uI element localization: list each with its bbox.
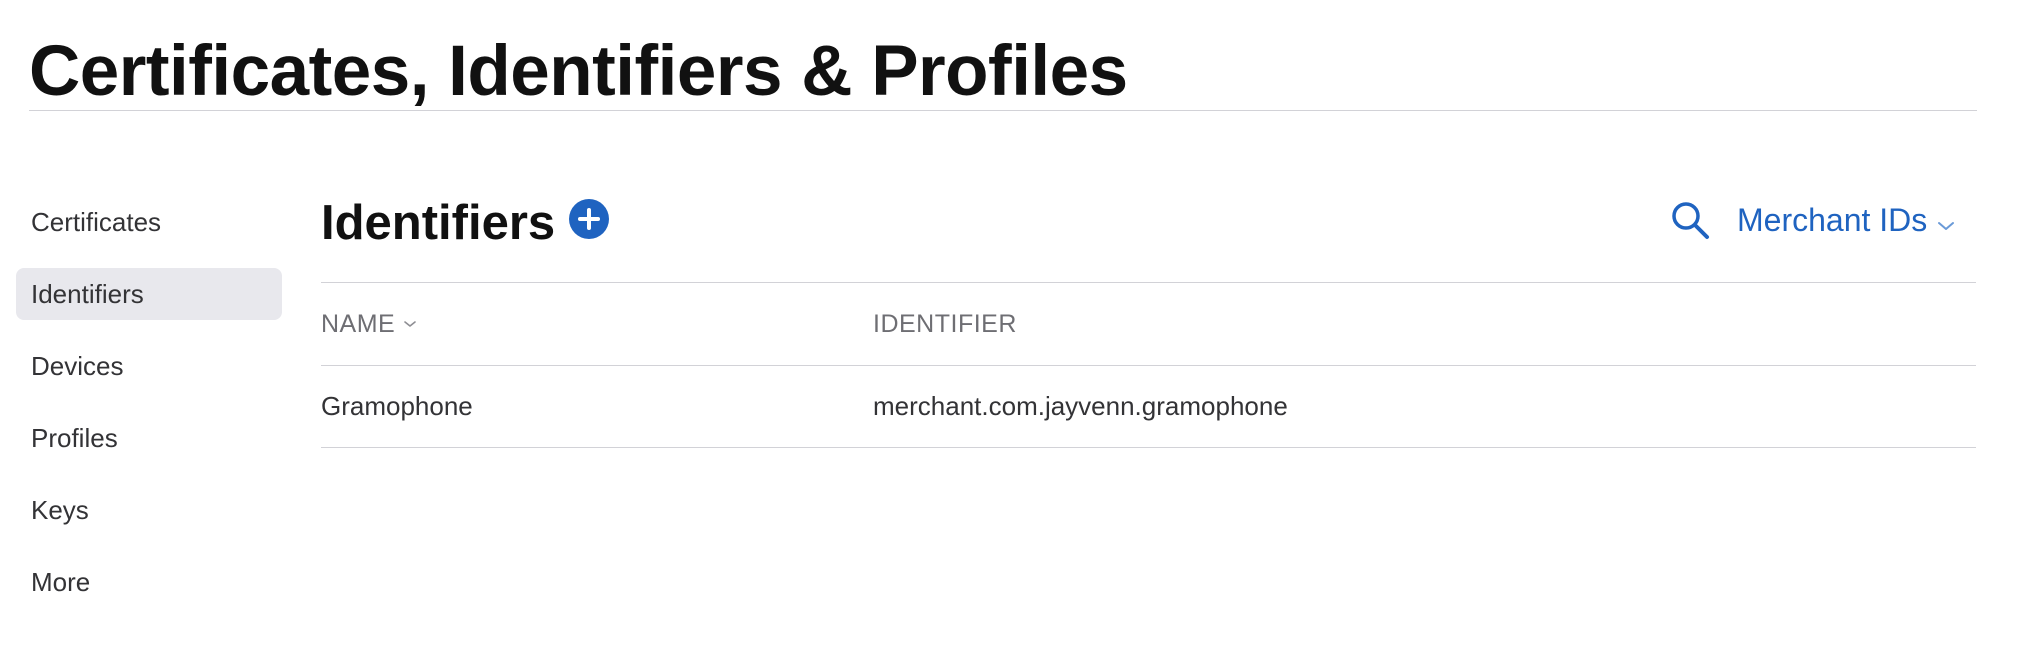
sidebar-item-keys[interactable]: Keys [16,484,282,536]
search-button[interactable] [1670,200,1710,240]
sidebar: Certificates Identifiers Devices Profile… [16,196,282,628]
sidebar-item-label: More [31,567,91,597]
sidebar-item-profiles[interactable]: Profiles [16,412,282,464]
sidebar-item-more[interactable]: More [16,556,282,608]
chevron-down-icon [404,321,417,328]
search-icon [1672,202,1709,239]
add-identifier-button[interactable] [569,199,609,239]
title-divider [29,110,1977,111]
identifier-type-filter[interactable]: Merchant IDs [1737,194,1955,246]
sidebar-item-label: Identifiers [31,279,144,309]
page-title: Certificates, Identifiers & Profiles [29,32,1128,111]
filter-label: Merchant IDs [1737,202,1928,238]
column-header-name[interactable]: NAME [321,304,417,344]
section-title: Identifiers [321,196,556,250]
plus-circle-icon [578,208,600,230]
table-top-divider [321,282,1976,283]
sidebar-item-label: Keys [31,495,89,525]
sidebar-item-devices[interactable]: Devices [16,340,282,392]
column-header-identifier: IDENTIFIER [873,304,1017,344]
sidebar-item-label: Profiles [31,423,118,453]
cell-identifier: merchant.com.jayvenn.gramophone [873,391,1288,421]
sidebar-item-label: Devices [31,351,124,381]
cell-name: Gramophone [321,391,473,421]
column-header-label: NAME [321,310,396,338]
row-divider [321,447,1976,448]
table-row[interactable]: Gramophone merchant.com.jayvenn.gramopho… [321,366,1976,446]
column-header-label: IDENTIFIER [873,310,1017,338]
sidebar-item-identifiers[interactable]: Identifiers [16,268,282,320]
sidebar-item-label: Certificates [31,207,162,237]
sidebar-item-certificates[interactable]: Certificates [16,196,282,248]
chevron-down-icon [1938,221,1955,230]
